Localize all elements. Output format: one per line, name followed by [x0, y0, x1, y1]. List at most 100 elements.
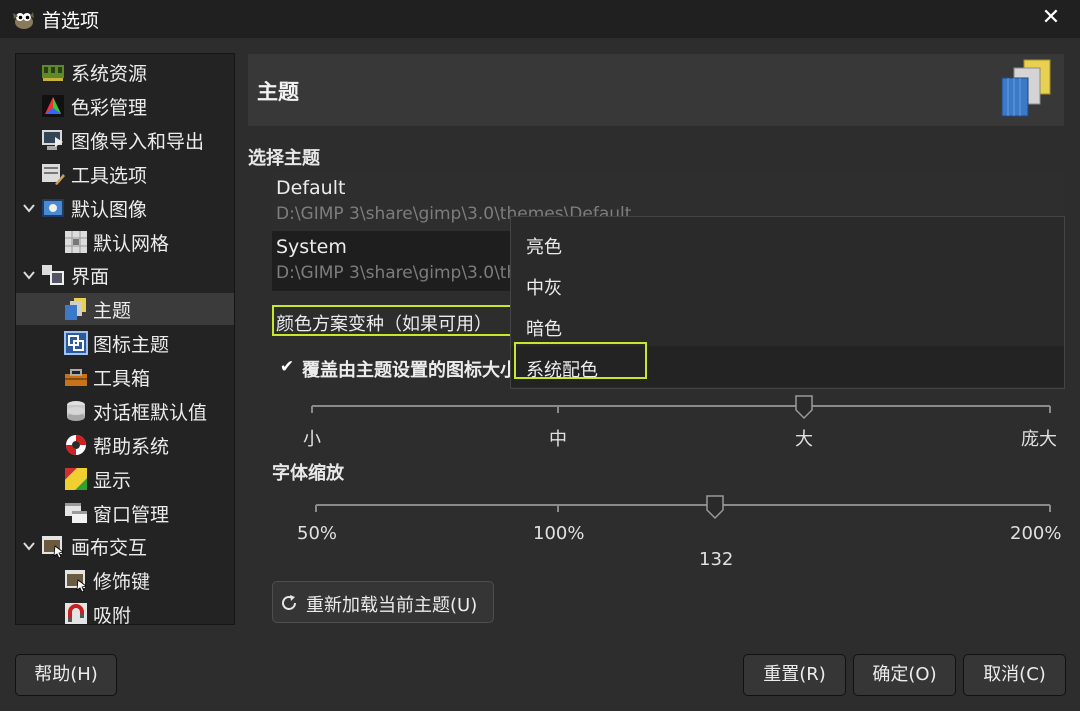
dialog-defaults-icon [67, 401, 85, 421]
select-theme-label: 选择主题 [248, 148, 320, 169]
sidebar-item-default-image[interactable]: 默认图像 [16, 192, 234, 224]
sidebar-item-label: 界面 [71, 266, 110, 288]
dropdown-option-label: 中灰 [526, 278, 562, 299]
display-icon [65, 468, 87, 490]
sidebar-item-color-management[interactable]: 色彩管理 [16, 90, 234, 122]
slider-track[interactable] [312, 405, 1050, 407]
magnet-icon [65, 603, 87, 624]
sidebar-item-label: 画布交互 [71, 537, 148, 559]
sidebar-item-help-system[interactable]: 帮助系统 [16, 429, 234, 461]
sidebar-item-label: 对话框默认值 [93, 402, 208, 424]
sidebar-item-toolbox[interactable]: 工具箱 [16, 361, 234, 393]
preferences-sidebar: 系统资源 色彩管理 图像导入和导出 工具选项 默认图像 默认网格 界面 主题 图… [15, 53, 235, 625]
color-variant-dropdown: 亮色 中灰 暗色 系统配色 [510, 216, 1065, 389]
sidebar-item-label: 显示 [93, 470, 132, 492]
slider-tick [557, 406, 559, 413]
sidebar-item-label: 系统资源 [71, 63, 148, 85]
slider-mark-label: 中 [549, 429, 567, 450]
slider-tick [1049, 505, 1051, 512]
theme-name: System [276, 236, 347, 258]
icon-theme-icon [64, 331, 88, 355]
slider-track[interactable] [316, 504, 1050, 506]
interface-icon [42, 265, 64, 285]
title-bar: 首选项 ✕ [0, 0, 1080, 38]
theme-stack-icon [1001, 59, 1051, 117]
close-button[interactable]: ✕ [1036, 4, 1066, 34]
slider-knob[interactable] [705, 494, 725, 520]
chevron-down-icon[interactable] [21, 267, 37, 283]
sidebar-item-label: 修饰键 [93, 571, 151, 593]
slider-mark-label: 100% [533, 523, 585, 544]
checkmark-icon[interactable]: ✔ [278, 358, 296, 376]
default-image-icon [42, 199, 64, 217]
ok-button[interactable]: 确定(O) [853, 654, 956, 696]
sidebar-item-label: 工具选项 [71, 165, 148, 187]
sidebar-item-label: 帮助系统 [93, 436, 170, 458]
sidebar-item-modifier-keys[interactable]: 修饰键 [16, 564, 234, 596]
slider-tick [1049, 406, 1051, 413]
sidebar-item-window-management[interactable]: 窗口管理 [16, 497, 234, 529]
sidebar-item-default-grid[interactable]: 默认网格 [16, 226, 234, 258]
sidebar-item-label: 图标主题 [93, 334, 170, 356]
theme-name: Default [276, 177, 346, 199]
sidebar-item-canvas-interaction[interactable]: 画布交互 [16, 530, 234, 562]
sidebar-item-snapping[interactable]: 吸附 [16, 598, 234, 625]
sidebar-item-icon-theme[interactable]: 图标主题 [16, 327, 234, 359]
color-variant-label: 颜色方案变种（如果可用） [272, 305, 512, 336]
reload-icon [282, 595, 296, 610]
close-icon: ✕ [1041, 5, 1061, 30]
sidebar-item-label: 默认网格 [93, 233, 170, 255]
grid-icon [65, 231, 87, 253]
slider-mark-label: 200% [1010, 523, 1062, 544]
sidebar-item-image-import-export[interactable]: 图像导入和导出 [16, 124, 234, 156]
sidebar-item-label: 窗口管理 [93, 504, 170, 526]
sidebar-item-label: 图像导入和导出 [71, 131, 205, 153]
slider-mark-label: 小 [303, 429, 321, 450]
slider-mark-label: 大 [795, 429, 813, 450]
color-management-icon [42, 95, 64, 117]
font-scale-value: 132 [699, 549, 734, 570]
slider-tick [311, 406, 313, 413]
font-scale-label: 字体缩放 [272, 463, 344, 484]
chevron-down-icon[interactable] [21, 538, 37, 554]
sidebar-item-theme[interactable]: 主题 [16, 293, 234, 325]
modifier-keys-icon [65, 570, 87, 592]
chevron-down-icon[interactable] [21, 200, 37, 216]
reset-button[interactable]: 重置(R) [743, 654, 846, 696]
slider-knob[interactable] [794, 394, 814, 420]
sidebar-item-label: 主题 [93, 300, 132, 322]
help-button[interactable]: 帮助(H) [15, 654, 117, 696]
sidebar-item-system-resources[interactable]: 系统资源 [16, 56, 234, 88]
window-title: 首选项 [42, 10, 100, 32]
cancel-button[interactable]: 取消(C) [963, 654, 1066, 696]
dropdown-option-light[interactable]: 亮色 [511, 223, 1064, 264]
color-variant-text: 颜色方案变种（如果可用） [276, 314, 492, 335]
slider-tick [315, 505, 317, 512]
override-icon-size-label: 覆盖由主题设置的图标大小 [302, 360, 518, 381]
sidebar-item-label: 工具箱 [93, 368, 151, 390]
theme-icon [65, 298, 86, 320]
dropdown-option-system-colors[interactable]: 系统配色 [511, 342, 1064, 387]
reload-theme-button[interactable]: 重新加载当前主题(U) [272, 581, 494, 623]
sidebar-item-label: 吸附 [93, 605, 132, 625]
memory-chip-icon [42, 65, 64, 81]
tool-options-icon [42, 164, 65, 185]
toolbox-icon [65, 369, 87, 386]
sidebar-item-display[interactable]: 显示 [16, 463, 234, 495]
page-title: 主题 [257, 80, 299, 104]
sidebar-item-tool-options[interactable]: 工具选项 [16, 158, 234, 190]
dropdown-option-label: 亮色 [526, 237, 562, 258]
slider-tick [557, 505, 559, 512]
lifebuoy-icon [66, 435, 86, 455]
sidebar-item-dialog-defaults[interactable]: 对话框默认值 [16, 395, 234, 427]
slider-mark-label: 庞大 [1021, 429, 1057, 450]
window-management-icon [65, 503, 87, 523]
sidebar-item-interface[interactable]: 界面 [16, 259, 234, 291]
image-import-export-icon [42, 130, 63, 150]
page-header: 主题 [248, 54, 1064, 126]
reload-theme-label: 重新加载当前主题(U) [306, 595, 478, 616]
dropdown-option-label: 系统配色 [526, 360, 598, 381]
dropdown-option-label: 暗色 [526, 319, 562, 340]
dropdown-option-dark[interactable]: 暗色 [511, 305, 1064, 346]
dropdown-option-gray[interactable]: 中灰 [511, 264, 1064, 305]
